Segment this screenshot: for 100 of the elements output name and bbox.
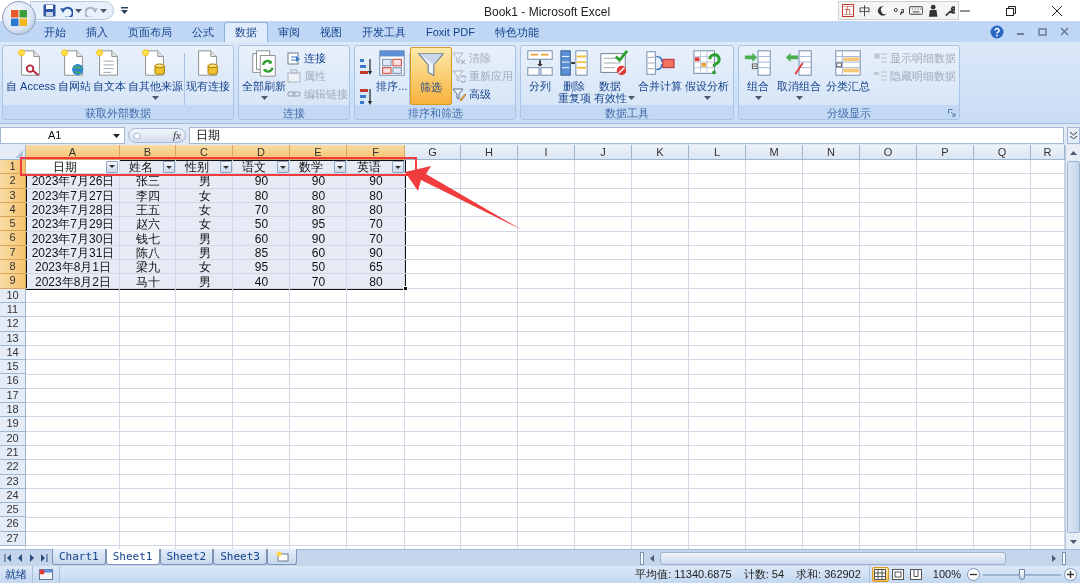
table-cell: 2023年7月31日 <box>31 246 115 259</box>
column-header[interactable]: O <box>860 145 917 160</box>
fill-handle[interactable] <box>403 285 408 291</box>
name-box[interactable]: A1 <box>0 127 125 144</box>
ribbon-button[interactable]: 假设分析 <box>684 47 731 105</box>
filter-dropdown-button[interactable] <box>392 161 404 174</box>
column-header[interactable]: P <box>917 145 974 160</box>
row-header[interactable]: 5 <box>0 217 26 232</box>
ribbon-button[interactable]: 分类汇总 <box>824 47 871 105</box>
row-header[interactable]: 18 <box>0 403 26 418</box>
dialog-launcher-button[interactable] <box>947 108 956 117</box>
view-button[interactable] <box>907 567 925 582</box>
view-button[interactable] <box>889 567 907 582</box>
filter-dropdown-button[interactable] <box>277 161 289 174</box>
sheet-tab[interactable]: Sheet1 <box>105 549 160 565</box>
ribbon-button[interactable]: 分列 <box>523 47 556 105</box>
ribbon-button[interactable]: 现有连接 <box>184 47 231 105</box>
ribbon-button[interactable]: 连接 <box>287 49 348 67</box>
row-header[interactable]: 15 <box>0 360 26 375</box>
row-header[interactable]: 19 <box>0 417 26 432</box>
zoom-out-button[interactable] <box>967 568 980 581</box>
ribbon-tab[interactable]: 开发工具 <box>352 22 416 42</box>
row-header[interactable]: 8 <box>0 260 26 275</box>
close-icon <box>1059 27 1069 36</box>
zoom-in-button[interactable] <box>1064 568 1077 581</box>
save-button[interactable] <box>41 2 57 19</box>
filter-dropdown-button[interactable] <box>334 161 346 174</box>
row-header[interactable]: 6 <box>0 231 26 246</box>
ribbon-button[interactable]: 合并计算 <box>637 47 684 105</box>
sheet-tab[interactable]: Sheet3 <box>213 549 267 565</box>
expand-formula-button[interactable] <box>1067 127 1080 144</box>
ribbon-button[interactable]: 数据 有效性 <box>592 47 636 105</box>
row-header[interactable]: 12 <box>0 317 26 332</box>
filter-dropdown-button[interactable] <box>163 161 175 174</box>
first-sheet-button[interactable] <box>2 552 14 564</box>
column-header[interactable]: R <box>1031 145 1065 160</box>
ribbon-button[interactable]: 排序... <box>375 47 409 105</box>
table-cell: 2023年8月1日 <box>34 261 111 274</box>
caret-icon <box>754 96 762 100</box>
column-header[interactable]: J <box>575 145 632 160</box>
insert-function-button[interactable]: fx <box>173 130 181 141</box>
active-cell[interactable]: 日期 <box>26 160 120 175</box>
row-header[interactable]: 2 <box>0 174 26 189</box>
ribbon-tab[interactable]: 插入 <box>76 22 118 42</box>
help-button[interactable] <box>990 24 1004 39</box>
column-header[interactable]: H <box>461 145 518 160</box>
row-header[interactable]: 1 <box>0 160 26 175</box>
column-heading: 性别 <box>184 161 210 174</box>
row-header[interactable]: 9 <box>0 274 26 289</box>
row-header[interactable]: 26 <box>0 517 26 532</box>
split-handle[interactable] <box>1062 551 1066 565</box>
ribbon-button[interactable]: 筛选 <box>409 47 452 105</box>
ribbon-button[interactable]: 取消组合 <box>776 47 823 105</box>
row-header[interactable]: 16 <box>0 374 26 389</box>
row-header[interactable]: 22 <box>0 460 26 475</box>
table-cell: 男 <box>198 232 211 245</box>
ribbon-button[interactable]: 删除 重复项 <box>556 47 592 105</box>
ribbon-tab[interactable]: 数据 <box>224 22 268 42</box>
last-sheet-button[interactable] <box>38 552 50 564</box>
ribbon-tab[interactable]: 视图 <box>310 22 352 42</box>
ribbon-tab[interactable]: 特色功能 <box>484 22 549 42</box>
sheet-tab[interactable]: Chart1 <box>52 549 106 565</box>
column-header[interactable]: M <box>746 145 803 160</box>
column-heading: 数学 <box>298 161 324 174</box>
close-button[interactable] <box>1058 25 1070 38</box>
scroll-thumb[interactable] <box>1066 161 1080 533</box>
ribbon-button[interactable]: 高级 <box>451 85 513 103</box>
ribbon-button[interactable]: 自其他来源 <box>126 47 184 105</box>
ribbon-button[interactable]: 自 Access <box>5 47 57 105</box>
ribbon-button[interactable]: 全部刷新 <box>241 47 287 105</box>
column-header[interactable]: N <box>803 145 860 160</box>
zoom-level[interactable]: 100% <box>926 566 967 583</box>
ribbon-tab[interactable]: 开始 <box>34 22 76 42</box>
filter-dropdown-button[interactable] <box>106 160 118 173</box>
ribbon-tab[interactable]: 审阅 <box>268 22 310 42</box>
ribbon-tab[interactable]: 公式 <box>182 22 224 42</box>
input-method-indicator[interactable]: 五 <box>842 4 855 17</box>
language-toggle[interactable]: 中 <box>859 4 872 17</box>
column-header[interactable]: K <box>632 145 689 160</box>
scroll-thumb[interactable] <box>660 551 1006 565</box>
formula-field[interactable]: 日期 <box>189 127 1064 144</box>
row-header[interactable]: 25 <box>0 503 26 518</box>
connection-icon <box>287 51 301 65</box>
sheet-tab[interactable]: Sheet2 <box>159 549 214 565</box>
column-header[interactable]: Q <box>974 145 1031 160</box>
ribbon-button[interactable]: 自文本 <box>91 47 127 105</box>
table-cell: 男 <box>198 275 211 288</box>
ribbon-button[interactable]: 自网站 <box>56 47 92 105</box>
ribbon-button[interactable]: 组合 <box>742 47 775 105</box>
column-header[interactable]: G <box>405 145 461 160</box>
table-cell: 90 <box>369 175 383 188</box>
column-header[interactable]: I <box>518 145 575 160</box>
ribbon-tab[interactable]: 页面布局 <box>118 22 182 42</box>
zoom-slider-thumb[interactable] <box>1019 568 1025 580</box>
filter-dropdown-button[interactable] <box>220 161 232 174</box>
insert-sheet-button[interactable] <box>267 549 297 565</box>
ribbon-tab[interactable]: Foxit PDF <box>416 22 485 42</box>
split-handle[interactable] <box>640 551 644 565</box>
view-button[interactable] <box>871 567 889 582</box>
column-header[interactable]: L <box>689 145 746 160</box>
